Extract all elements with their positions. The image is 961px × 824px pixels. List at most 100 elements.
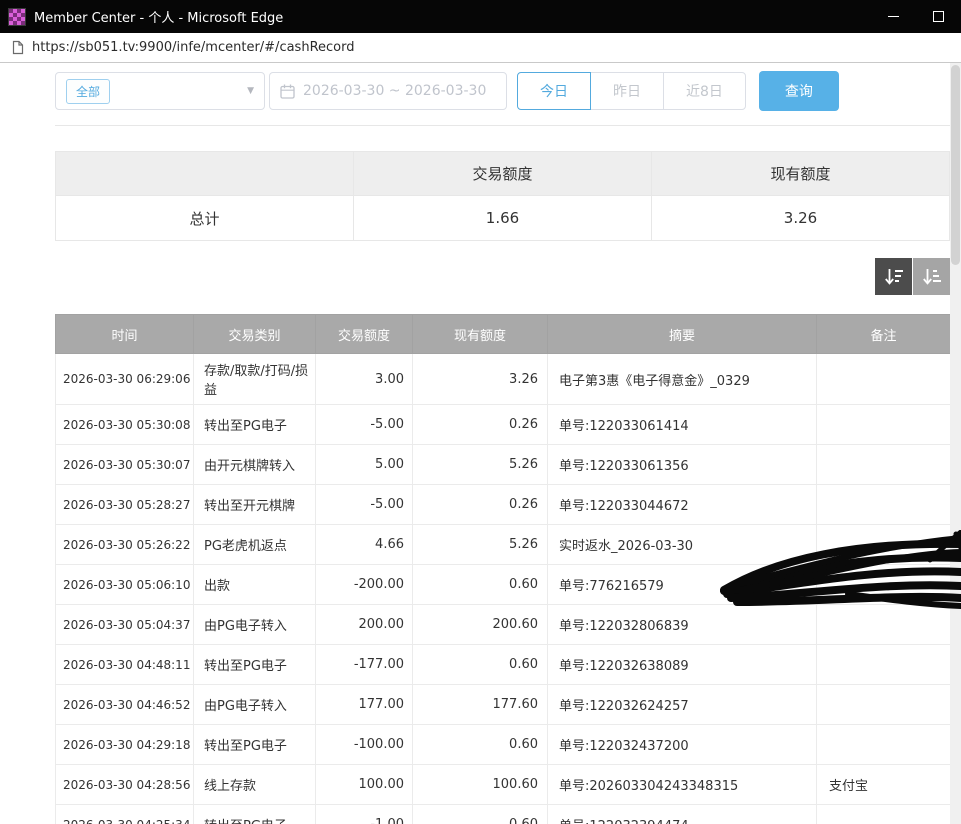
summary-header-balance: 现有额度 xyxy=(652,152,950,196)
summary-table: 交易额度 现有额度 总计 1.66 3.26 xyxy=(55,151,950,241)
calendar-icon xyxy=(280,84,295,99)
table-row: 2026-03-30 04:46:52由PG电子转入177.00177.60单号… xyxy=(56,685,951,725)
table-cell: 单号:122032394474 xyxy=(548,805,817,824)
minimize-icon xyxy=(888,16,899,17)
column-header: 时间 xyxy=(56,315,194,354)
table-cell: 转出至PG电子 xyxy=(194,405,316,445)
table-cell: 0.60 xyxy=(413,645,548,685)
table-cell: 2026-03-30 04:28:56 xyxy=(56,765,194,805)
category-select[interactable]: 全部 ▼ xyxy=(55,72,265,110)
table-cell: 单号:122033044672 xyxy=(548,485,817,525)
table-cell: 2026-03-30 04:25:34 xyxy=(56,805,194,824)
table-cell: 5.26 xyxy=(413,445,548,485)
table-cell xyxy=(817,685,951,725)
scrollbar-thumb[interactable] xyxy=(951,65,960,265)
table-cell: 200.00 xyxy=(316,605,413,645)
table-cell: -5.00 xyxy=(316,405,413,445)
table-cell: 支付宝 xyxy=(817,765,951,805)
date-range-value: 2026-03-30 ~ 2026-03-30 xyxy=(303,83,486,99)
table-cell: 0.26 xyxy=(413,405,548,445)
table-row: 2026-03-30 06:29:06存款/取款/打码/损益3.003.26电子… xyxy=(56,354,951,405)
summary-header-transaction: 交易额度 xyxy=(354,152,652,196)
divider xyxy=(55,125,950,126)
table-row: 2026-03-30 05:04:37由PG电子转入200.00200.60单号… xyxy=(56,605,951,645)
table-cell xyxy=(817,725,951,765)
table-cell: 出款 xyxy=(194,565,316,605)
maximize-button[interactable] xyxy=(916,0,961,33)
chevron-down-icon: ▼ xyxy=(247,86,254,96)
table-cell: 200.60 xyxy=(413,605,548,645)
page-info-icon[interactable] xyxy=(12,40,24,55)
table-cell: 2026-03-30 04:48:11 xyxy=(56,645,194,685)
table-cell: 由开元棋牌转入 xyxy=(194,445,316,485)
table-cell: 转出至PG电子 xyxy=(194,725,316,765)
table-cell: 单号:776216579 xyxy=(548,565,817,605)
table-cell: 177.60 xyxy=(413,685,548,725)
table-cell: 2026-03-30 05:30:08 xyxy=(56,405,194,445)
url-bar[interactable]: https://sb051.tv:9900/infe/mcenter/#/cas… xyxy=(0,33,961,63)
table-cell: 存款/取款/打码/损益 xyxy=(194,354,316,405)
app-icon xyxy=(9,9,25,25)
maximize-icon xyxy=(933,11,944,22)
table-cell: 单号:202603304243348315 xyxy=(548,765,817,805)
table-cell: 0.60 xyxy=(413,805,548,824)
table-cell: 由PG电子转入 xyxy=(194,685,316,725)
sort-ascending-button[interactable] xyxy=(913,258,950,295)
sort-ascending-icon xyxy=(922,268,942,286)
transactions-header-row: 时间交易类别交易额度现有额度摘要备注 xyxy=(56,315,951,354)
scrollbar[interactable] xyxy=(950,63,961,824)
table-cell xyxy=(817,805,951,824)
category-tag[interactable]: 全部 xyxy=(66,79,110,104)
table-cell: 单号:122033061414 xyxy=(548,405,817,445)
table-cell xyxy=(817,565,951,605)
search-button[interactable]: 查询 xyxy=(759,71,839,111)
quick-range-today[interactable]: 今日 xyxy=(517,72,591,110)
column-header: 现有额度 xyxy=(413,315,548,354)
table-cell: 单号:122032437200 xyxy=(548,725,817,765)
table-row: 2026-03-30 04:48:11转出至PG电子-177.000.60单号:… xyxy=(56,645,951,685)
table-cell: -100.00 xyxy=(316,725,413,765)
table-row: 2026-03-30 04:29:18转出至PG电子-100.000.60单号:… xyxy=(56,725,951,765)
table-cell: 100.60 xyxy=(413,765,548,805)
table-cell: 电子第3惠《电子得意金》_0329 xyxy=(548,354,817,405)
table-cell: 转出至PG电子 xyxy=(194,805,316,824)
table-cell: 4.66 xyxy=(316,525,413,565)
table-cell: 0.60 xyxy=(413,565,548,605)
column-header: 备注 xyxy=(817,315,951,354)
table-cell: -200.00 xyxy=(316,565,413,605)
summary-total-balance: 3.26 xyxy=(652,196,950,241)
table-row: 2026-03-30 04:28:56线上存款100.00100.60单号:20… xyxy=(56,765,951,805)
browser-window: Member Center - 个人 - Microsoft Edge http… xyxy=(0,0,961,824)
url-text[interactable]: https://sb051.tv:9900/infe/mcenter/#/cas… xyxy=(32,40,354,55)
table-row: 2026-03-30 05:30:08转出至PG电子-5.000.26单号:12… xyxy=(56,405,951,445)
date-range-input[interactable]: 2026-03-30 ~ 2026-03-30 xyxy=(269,72,507,110)
summary-header-row: 交易额度 现有额度 xyxy=(56,152,950,196)
minimize-button[interactable] xyxy=(871,0,916,33)
table-cell: 177.00 xyxy=(316,685,413,725)
filter-bar: 全部 ▼ 2026-03-30 ~ 2026-03-30 今日昨日近8日 查询 xyxy=(55,71,950,111)
table-cell xyxy=(817,485,951,525)
table-cell: -1.00 xyxy=(316,805,413,824)
table-cell: 2026-03-30 05:28:27 xyxy=(56,485,194,525)
sort-descending-icon xyxy=(884,268,904,286)
table-cell: 单号:122033061356 xyxy=(548,445,817,485)
titlebar: Member Center - 个人 - Microsoft Edge xyxy=(0,0,961,33)
table-cell: 转出至开元棋牌 xyxy=(194,485,316,525)
table-row: 2026-03-30 05:26:22PG老虎机返点4.665.26实时返水_2… xyxy=(56,525,951,565)
table-cell: 2026-03-30 05:26:22 xyxy=(56,525,194,565)
summary-header-empty xyxy=(56,152,354,196)
table-cell: 2026-03-30 06:29:06 xyxy=(56,354,194,405)
table-cell: 单号:122032638089 xyxy=(548,645,817,685)
column-header: 交易类别 xyxy=(194,315,316,354)
table-cell: 线上存款 xyxy=(194,765,316,805)
quick-range-last-8-days[interactable]: 近8日 xyxy=(663,72,746,110)
quick-range-yesterday[interactable]: 昨日 xyxy=(590,72,664,110)
table-cell: 2026-03-30 05:06:10 xyxy=(56,565,194,605)
table-cell: 5.00 xyxy=(316,445,413,485)
table-cell: 3.26 xyxy=(413,354,548,405)
sort-descending-button[interactable] xyxy=(875,258,912,295)
table-cell: 2026-03-30 04:46:52 xyxy=(56,685,194,725)
window-title: Member Center - 个人 - Microsoft Edge xyxy=(34,7,283,26)
table-row: 2026-03-30 05:06:10出款-200.000.60单号:77621… xyxy=(56,565,951,605)
column-header: 摘要 xyxy=(548,315,817,354)
